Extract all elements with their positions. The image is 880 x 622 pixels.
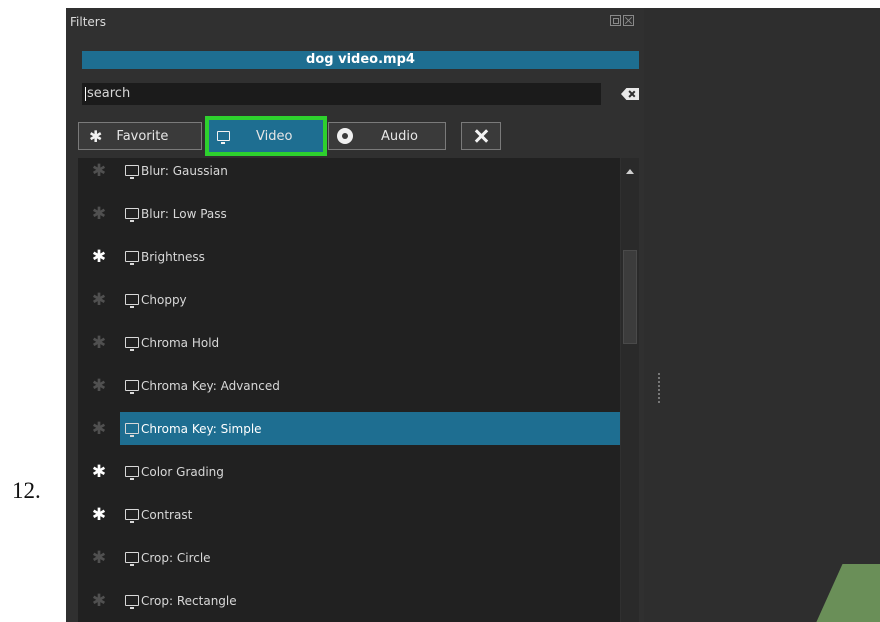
search-input-value: search	[87, 86, 131, 101]
favorite-star-icon[interactable]: ✱	[78, 161, 120, 181]
tab-audio[interactable]: Audio	[328, 122, 446, 150]
favorite-star-icon[interactable]: ✱	[78, 376, 120, 396]
filter-item-body: Blur: Gaussian	[120, 158, 620, 187]
filter-item-label: Blur: Low Pass	[141, 206, 227, 221]
tab-favorite-label: Favorite	[116, 128, 169, 144]
list-scrollbar[interactable]	[621, 158, 639, 622]
monitor-icon	[125, 380, 139, 394]
filter-list-item[interactable]: ✱ Chroma Key: Simple	[78, 412, 620, 445]
monitor-icon	[125, 294, 139, 308]
monitor-icon	[125, 595, 139, 609]
panel-title-controls	[610, 15, 634, 26]
filter-list-item[interactable]: ✱ Blur: Gaussian	[78, 158, 620, 187]
monitor-icon	[125, 337, 139, 351]
filter-item-label: Brightness	[141, 249, 205, 264]
filter-list-item[interactable]: ✱ Brightness	[78, 240, 620, 273]
filter-item-body: Chroma Key: Advanced	[120, 369, 620, 402]
search-input[interactable]: search	[82, 83, 601, 105]
filter-list: ✱ Blur: Gaussian ✱ Blur: Low Pass ✱ Brightnes…	[78, 158, 620, 622]
filters-panel: Filters dog video.mp4 search ✱ Favorite …	[66, 8, 644, 622]
clear-filter-button[interactable]	[461, 122, 501, 150]
favorite-star-icon[interactable]: ✱	[78, 247, 120, 267]
scroll-up-arrow-icon[interactable]	[626, 169, 634, 174]
tab-audio-label: Audio	[381, 128, 418, 144]
filter-item-label: Crop: Circle	[141, 550, 211, 565]
filter-list-item[interactable]: ✱ Contrast	[78, 498, 620, 531]
filter-item-label: Chroma Key: Simple	[141, 421, 262, 436]
monitor-icon	[125, 208, 139, 222]
current-file-name: dog video.mp4	[82, 51, 639, 69]
monitor-icon	[125, 509, 139, 523]
clear-search-icon[interactable]	[621, 88, 639, 100]
filter-item-label: Color Grading	[141, 464, 224, 479]
monitor-icon	[125, 552, 139, 566]
text-caret	[85, 86, 86, 101]
filter-item-label: Chroma Key: Advanced	[141, 378, 280, 393]
scroll-thumb[interactable]	[623, 250, 637, 344]
filter-item-body: Crop: Rectangle	[120, 584, 620, 617]
filter-list-item[interactable]: ✱ Crop: Circle	[78, 541, 620, 574]
tab-favorite[interactable]: ✱ Favorite	[78, 122, 202, 150]
monitor-icon	[125, 165, 139, 179]
filter-list-item[interactable]: ✱ Blur: Low Pass	[78, 197, 620, 230]
tab-video[interactable]: Video	[205, 116, 327, 156]
monitor-icon	[217, 131, 230, 144]
filter-item-body: Chroma Hold	[120, 326, 620, 359]
step-number: 12.	[12, 478, 41, 503]
monitor-icon	[125, 423, 139, 437]
filter-item-label: Crop: Rectangle	[141, 593, 237, 608]
filter-item-body: Choppy	[120, 283, 620, 316]
filter-list-item[interactable]: ✱ Color Grading	[78, 455, 620, 488]
filter-item-body: Blur: Low Pass	[120, 197, 620, 230]
filter-item-body: Crop: Circle	[120, 541, 620, 574]
undock-icon[interactable]	[610, 15, 621, 26]
filter-list-item[interactable]: ✱ Choppy	[78, 283, 620, 316]
monitor-icon	[125, 466, 139, 480]
favorite-star-icon[interactable]: ✱	[78, 591, 120, 611]
filter-item-label: Chroma Hold	[141, 335, 220, 350]
filter-item-label: Contrast	[141, 507, 193, 522]
app-window: Filters dog video.mp4 search ✱ Favorite …	[66, 8, 880, 622]
favorite-star-icon[interactable]: ✱	[78, 333, 120, 353]
disc-icon	[337, 128, 353, 144]
filter-list-item[interactable]: ✱ Chroma Key: Advanced	[78, 369, 620, 402]
filter-item-body: Brightness	[120, 240, 620, 273]
panel-splitter-handle[interactable]	[658, 373, 660, 405]
filter-item-body: Chroma Key: Simple	[120, 412, 620, 445]
filter-item-label: Choppy	[141, 292, 187, 307]
favorite-star-icon[interactable]: ✱	[78, 290, 120, 310]
panel-title: Filters	[70, 15, 106, 29]
filter-item-body: Color Grading	[120, 455, 620, 488]
filter-list-item[interactable]: ✱ Crop: Rectangle	[78, 584, 620, 617]
favorite-star-icon[interactable]: ✱	[78, 419, 120, 439]
favorite-star-icon[interactable]: ✱	[78, 548, 120, 568]
favorite-star-icon[interactable]: ✱	[78, 204, 120, 224]
preview-shape	[811, 564, 880, 622]
close-x-icon	[474, 129, 488, 143]
favorite-star-icon[interactable]: ✱	[78, 505, 120, 525]
star-icon: ✱	[89, 126, 103, 146]
tab-video-label: Video	[256, 128, 293, 144]
filter-item-label: Blur: Gaussian	[141, 163, 228, 178]
monitor-icon	[125, 251, 139, 265]
favorite-star-icon[interactable]: ✱	[78, 462, 120, 482]
filter-list-item[interactable]: ✱ Chroma Hold	[78, 326, 620, 359]
filter-item-body: Contrast	[120, 498, 620, 531]
close-icon[interactable]	[623, 15, 634, 26]
